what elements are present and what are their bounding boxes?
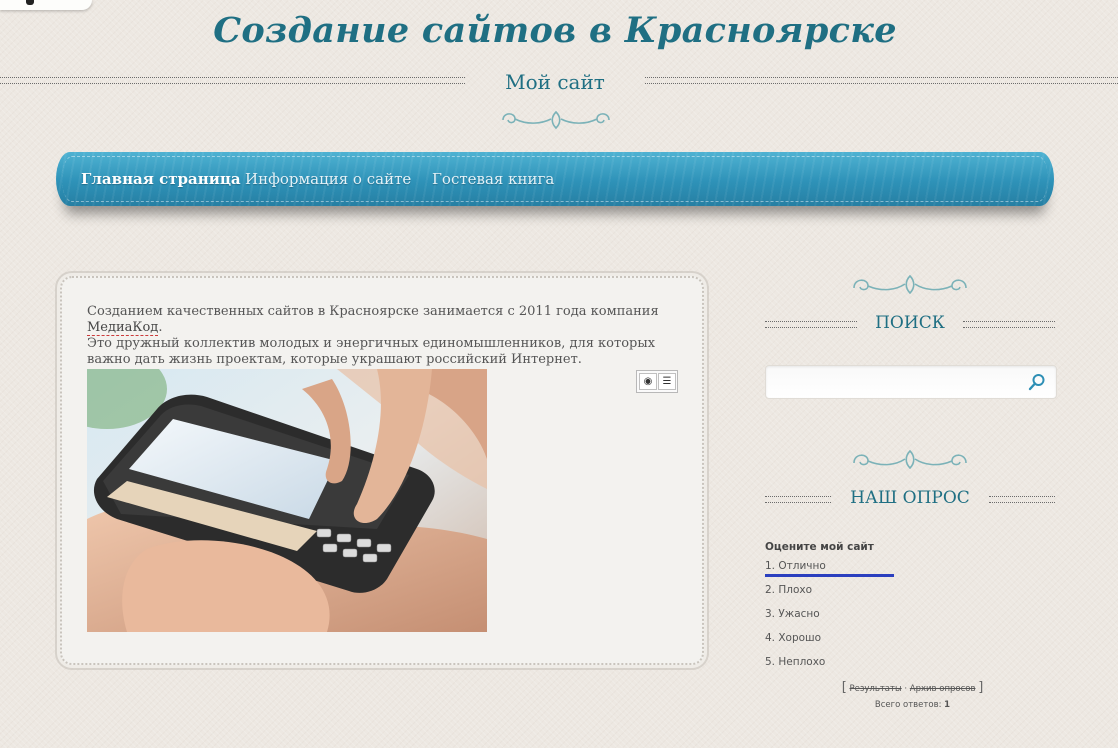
- poll-result-bar: [765, 574, 894, 577]
- poll-option[interactable]: 2. Плохо: [765, 583, 1055, 607]
- company-link[interactable]: МедиаКод: [87, 320, 159, 336]
- bracket-close: ]: [978, 680, 984, 695]
- poll-option[interactable]: 3. Ужасно: [765, 607, 1055, 631]
- corner-tab[interactable]: [0, 0, 92, 10]
- search-flourish-icon: [853, 274, 967, 295]
- poll-results-link[interactable]: Результаты: [850, 684, 902, 694]
- poll-links: [ Результаты · Архив опросов ]: [840, 680, 985, 695]
- header-rule-left: [0, 77, 465, 84]
- poll-option[interactable]: 1. Отлично: [765, 559, 1055, 583]
- image-toolbar: ◉ ☰: [636, 370, 678, 393]
- intro-text-line2: Это дружный коллектив молодых и энергичн…: [87, 336, 656, 367]
- search-rule-right: [963, 321, 1055, 328]
- phone-photo: [87, 369, 487, 632]
- poll-question: Оцените мой сайт: [765, 541, 874, 553]
- search-input[interactable]: [772, 371, 1024, 393]
- bracket-open: [: [841, 680, 847, 695]
- site-title: Создание сайтов в Красноярске: [213, 10, 897, 51]
- nav-item-home[interactable]: Главная страница: [81, 170, 241, 188]
- poll-total-value: 1: [944, 700, 951, 710]
- site-subtitle: Мой сайт: [505, 70, 605, 94]
- poll-total: Всего ответов: 1: [840, 700, 985, 710]
- nav-item-guestbook[interactable]: Гостевая книга: [432, 170, 554, 188]
- search-box: [765, 365, 1057, 399]
- text-icon[interactable]: ☰: [658, 373, 676, 390]
- poll-option[interactable]: 5. Неплохо: [765, 655, 1055, 679]
- main-navigation: Главная страница Информация о сайте Гост…: [56, 152, 1054, 206]
- flourish-ornament-icon: [502, 110, 610, 130]
- nav-item-about[interactable]: Информация о сайте: [245, 170, 411, 188]
- poll-rule-left: [765, 496, 831, 503]
- content-card: Созданием качественных сайтов в Краснояр…: [60, 276, 704, 665]
- search-widget-title: ПОИСК: [875, 313, 945, 333]
- intro-text: Созданием качественных сайтов в Краснояр…: [87, 304, 667, 368]
- phone-photo-graphic: [87, 369, 487, 632]
- header-rule-right: [645, 77, 1118, 84]
- poll-option[interactable]: 4. Хорошо: [765, 631, 1055, 655]
- intro-period: .: [158, 320, 163, 335]
- view-icon[interactable]: ◉: [639, 373, 657, 390]
- search-icon[interactable]: [1027, 372, 1047, 392]
- poll-total-label: Всего ответов:: [874, 700, 942, 710]
- poll-widget-title: НАШ ОПРОС: [850, 488, 970, 508]
- poll-flourish-icon: [853, 449, 967, 470]
- poll-archive-link[interactable]: Архив опросов: [910, 684, 976, 694]
- search-rule-left: [765, 321, 857, 328]
- poll-links-separator: ·: [904, 684, 908, 694]
- poll-rule-right: [989, 496, 1055, 503]
- poll-widget: Оцените мой сайт 1. Отлично 2. Плохо 3. …: [765, 541, 1055, 679]
- intro-text-part: Созданием качественных сайтов в Краснояр…: [87, 304, 659, 319]
